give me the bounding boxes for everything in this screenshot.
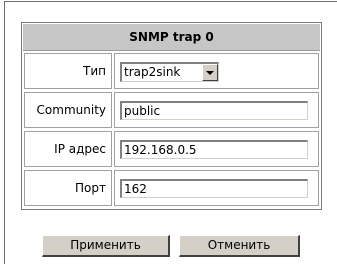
frame-border-left (4, 1, 5, 264)
frame-border-top (4, 1, 337, 2)
type-select[interactable]: trap2sink (120, 62, 219, 82)
row-port: Порт (23, 169, 320, 208)
row-type: Тип trap2sink (23, 52, 320, 91)
community-label: Community (24, 92, 112, 128)
type-cell: trap2sink (114, 53, 319, 89)
ip-label: IP адрес (24, 131, 112, 167)
port-input[interactable] (120, 179, 308, 198)
community-input[interactable] (120, 101, 308, 120)
port-label: Порт (24, 170, 112, 206)
cancel-button[interactable]: Отменить (179, 235, 300, 257)
type-label: Тип (24, 53, 112, 89)
type-select-value: trap2sink (124, 65, 181, 79)
snmp-trap-form: SNMP trap 0 Тип trap2sink Community IP а… (21, 22, 322, 210)
community-cell (114, 92, 319, 128)
chevron-down-icon[interactable] (202, 64, 218, 81)
ip-input[interactable] (120, 140, 308, 159)
ip-cell (114, 131, 319, 167)
apply-button[interactable]: Применить (42, 235, 170, 257)
port-cell (114, 170, 319, 206)
row-ip: IP адрес (23, 130, 320, 169)
row-community: Community (23, 91, 320, 130)
form-title: SNMP trap 0 (23, 24, 320, 51)
